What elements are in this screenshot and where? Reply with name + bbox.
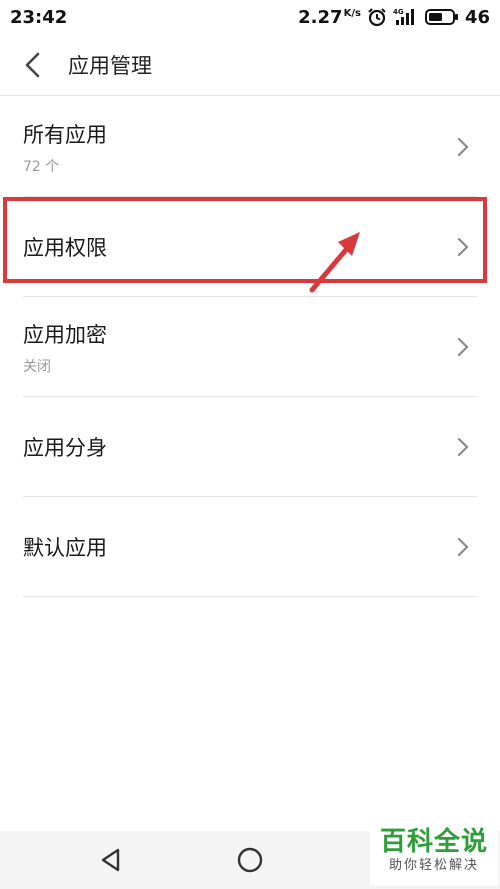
nav-back-triangle-icon[interactable] — [98, 846, 124, 874]
nav-home-circle-icon[interactable] — [236, 846, 264, 874]
annotation-arrow-icon — [309, 232, 360, 293]
watermark-title: 百科全说 — [379, 827, 488, 857]
watermark-subtitle: 助你轻松解决 — [388, 858, 479, 873]
watermark-logo: 百科全说 助你轻松解决 — [370, 826, 498, 886]
